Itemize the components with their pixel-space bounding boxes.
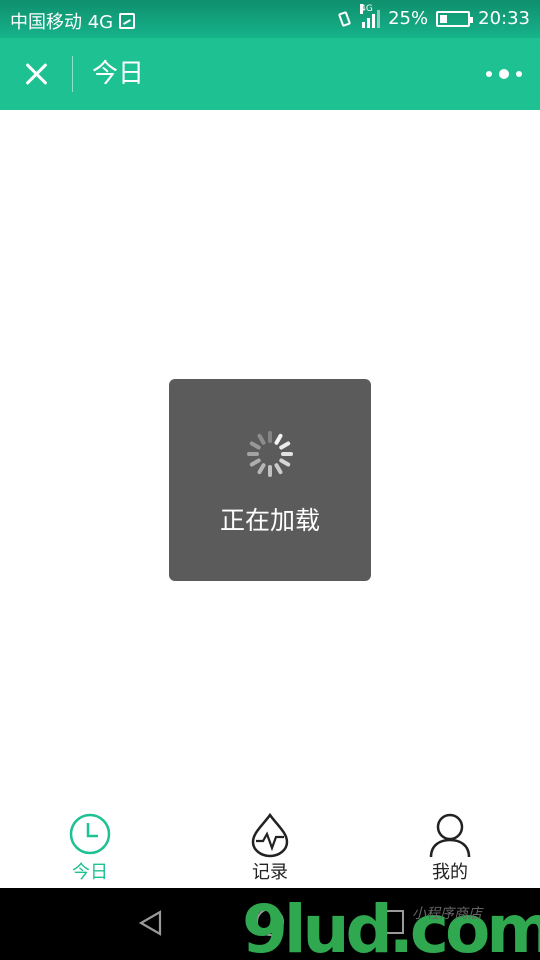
spinner-spoke — [249, 440, 262, 451]
tab-records[interactable]: 记录 — [210, 808, 330, 888]
back-icon[interactable] — [136, 908, 166, 938]
clock-time: 20:33 — [478, 8, 530, 29]
spinner-spoke — [247, 452, 259, 456]
spinner-spoke — [268, 465, 272, 477]
loading-toast: 正在加载 — [169, 379, 371, 581]
vibrate-icon — [336, 10, 354, 28]
nav-divider — [72, 56, 73, 92]
tab-label-records: 记录 — [252, 862, 288, 883]
image-notification-icon — [119, 13, 136, 29]
battery-percent: 25% — [388, 8, 429, 29]
more-icon[interactable] — [486, 62, 522, 86]
clock-icon — [69, 813, 111, 855]
tab-today[interactable]: 今日 — [30, 808, 150, 888]
spinner-spoke — [278, 457, 291, 468]
signal-4g-badge: 4G — [360, 3, 373, 14]
spinner-spoke — [268, 431, 272, 443]
loading-text: 正在加载 — [219, 506, 320, 535]
watermark-subtext: 小程序商店 — [412, 906, 484, 922]
navigation-bar: 今日 — [0, 38, 540, 110]
tab-label-profile: 我的 — [432, 862, 468, 883]
tab-label-today: 今日 — [72, 862, 108, 883]
tab-bar: 今日 记录 我的 — [0, 808, 540, 888]
watermark-logo: 9lud.com 小程序商店 — [242, 892, 540, 960]
close-icon[interactable] — [18, 56, 54, 92]
spinner-spoke — [256, 462, 267, 475]
user-icon — [429, 813, 471, 858]
watermark-text: 9lud.com — [242, 892, 540, 960]
signal-icon: 4G — [360, 3, 381, 28]
spinner-spoke — [273, 462, 284, 475]
page-title: 今日 — [92, 59, 145, 89]
status-left: 中国移动 4G — [10, 8, 136, 34]
battery-icon — [436, 10, 474, 27]
heartbeat-drop-icon — [251, 812, 289, 858]
battery-level — [440, 14, 448, 23]
spinner-spoke — [256, 433, 267, 446]
status-right: 4G 25% 20:33 — [336, 3, 530, 29]
spinner-spoke — [278, 440, 291, 451]
tab-profile[interactable]: 我的 — [390, 808, 510, 888]
status-bar: 中国移动 4G 4G 25% 20:33 — [0, 0, 540, 38]
spinner-spoke — [281, 452, 293, 456]
loading-spinner-icon — [247, 431, 293, 477]
carrier-label: 中国移动 4G — [10, 12, 114, 33]
